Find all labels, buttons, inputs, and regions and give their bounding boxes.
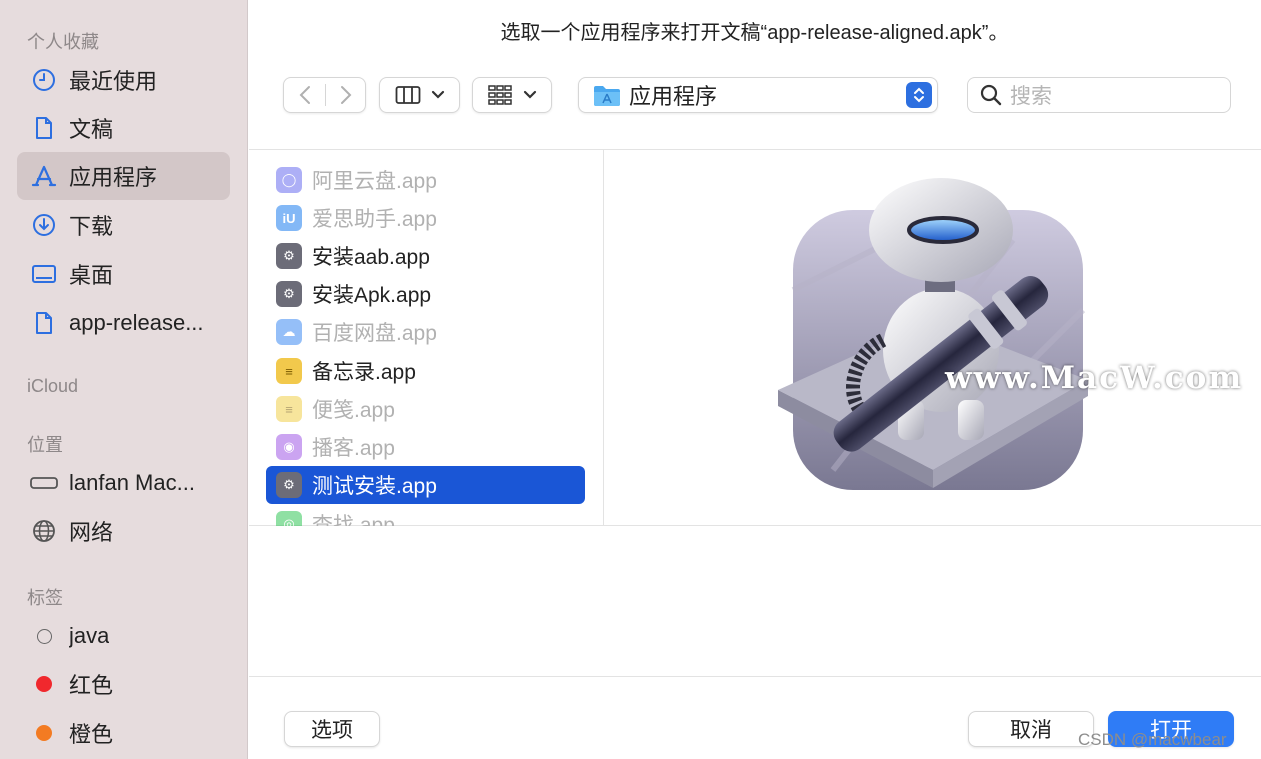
sidebar-item-label: 下载 bbox=[69, 214, 114, 239]
icloud-header: iCloud bbox=[27, 376, 79, 396]
back-button[interactable] bbox=[284, 78, 325, 112]
search-placeholder: 搜索 bbox=[1010, 85, 1052, 108]
list-item-label: 阿里云盘.app bbox=[312, 170, 437, 193]
list-item-label: 查找.app bbox=[312, 514, 395, 526]
list-item[interactable]: ⚙ 安装aab.app bbox=[266, 237, 585, 275]
applications-icon bbox=[30, 162, 58, 190]
chevron-down-icon bbox=[431, 90, 444, 99]
search-field[interactable]: 搜索 bbox=[967, 77, 1231, 113]
tag-red-icon bbox=[30, 670, 58, 698]
macw-watermark: www.MacW.com bbox=[945, 360, 1244, 396]
preview-pane: www.MacW.com bbox=[605, 150, 1261, 526]
dialog-title: 选取一个应用程序来打开文稿“app-release-aligned.apk”。 bbox=[500, 22, 1009, 44]
sidebar-item-label: java bbox=[69, 623, 110, 648]
sidebar-item-label: 最近使用 bbox=[69, 69, 158, 94]
list-item[interactable]: ≡ 备忘录.app bbox=[266, 352, 585, 390]
globe-icon bbox=[30, 517, 58, 545]
sidebar-item-label: 橙色 bbox=[69, 722, 114, 747]
sidebar-item-desktop[interactable]: 桌面 bbox=[17, 250, 230, 298]
list-item[interactable]: ⚙ 安装Apk.app bbox=[266, 275, 585, 313]
sidebar-item-applications[interactable]: 应用程序 bbox=[17, 152, 230, 200]
sidebar-tag-red[interactable]: 红色 bbox=[17, 660, 230, 708]
cancel-button[interactable]: 取消 bbox=[968, 711, 1094, 747]
sidebar-item-documents[interactable]: 文稿 bbox=[17, 104, 230, 152]
tag-orange-icon bbox=[30, 719, 58, 747]
list-item-label: 测试安装.app bbox=[312, 475, 437, 498]
sidebar-item-label: lanfan Mac... bbox=[69, 470, 195, 495]
list-item-selected[interactable]: ⚙ 测试安装.app bbox=[266, 466, 585, 504]
sidebar-item-label: 网络 bbox=[69, 520, 114, 545]
path-popup[interactable]: 应用程序 bbox=[578, 77, 938, 113]
document-icon bbox=[30, 309, 58, 337]
nav-buttons bbox=[283, 77, 366, 113]
sidebar-item-label: 文稿 bbox=[69, 117, 114, 142]
sidebar-item-recents[interactable]: 最近使用 bbox=[17, 56, 230, 104]
locations-header: 位置 bbox=[27, 435, 63, 455]
list-item[interactable]: ◯ 阿里云盘.app bbox=[266, 161, 585, 199]
footer-divider bbox=[249, 676, 1261, 677]
sidebar: 个人收藏 最近使用 文稿 应用程序 下载 桌面 app-release... i… bbox=[0, 0, 248, 759]
search-icon bbox=[980, 84, 1002, 106]
list-item[interactable]: ≡ 便笺.app bbox=[266, 390, 585, 428]
columns-view-icon bbox=[395, 86, 420, 104]
app-icon: ☁ bbox=[276, 319, 302, 345]
list-item-label: 便笺.app bbox=[312, 399, 395, 422]
list-item-label: 百度网盘.app bbox=[312, 322, 437, 345]
forward-button[interactable] bbox=[326, 78, 366, 112]
file-list: ◯ 阿里云盘.app iU 爱思助手.app ⚙ 安装aab.app ⚙ 安装A… bbox=[249, 150, 604, 526]
sidebar-tag-java[interactable]: java bbox=[17, 612, 230, 660]
notes-icon: ≡ bbox=[276, 358, 302, 384]
podcasts-icon: ◉ bbox=[276, 434, 302, 460]
desktop-icon bbox=[30, 260, 58, 288]
tags-header: 标签 bbox=[27, 588, 63, 608]
list-item-label: 播客.app bbox=[312, 437, 395, 460]
options-button[interactable]: 选项 bbox=[284, 711, 380, 747]
sidebar-tag-orange[interactable]: 橙色 bbox=[17, 709, 230, 757]
chevron-left-icon bbox=[299, 86, 310, 104]
download-icon bbox=[30, 211, 58, 239]
list-item-label: 安装Apk.app bbox=[312, 284, 432, 307]
list-item-label: 备忘录.app bbox=[312, 361, 416, 384]
list-item[interactable]: iU 爱思助手.app bbox=[266, 199, 585, 237]
sidebar-item-app-release[interactable]: app-release... bbox=[17, 299, 230, 347]
list-item-label: 安装aab.app bbox=[312, 246, 430, 269]
chevron-right-icon bbox=[341, 86, 352, 104]
tag-outline-icon bbox=[30, 622, 58, 650]
list-item-label: 爱思助手.app bbox=[312, 208, 437, 231]
csdn-watermark: CSDN @macwbear bbox=[1078, 730, 1227, 749]
automator-icon: ⚙ bbox=[276, 243, 302, 269]
document-icon bbox=[30, 114, 58, 142]
clock-icon bbox=[30, 66, 58, 94]
up-down-chevron-icon bbox=[906, 82, 932, 108]
app-icon: iU bbox=[276, 205, 302, 231]
stickies-icon: ≡ bbox=[276, 396, 302, 422]
sidebar-item-label: 红色 bbox=[69, 673, 114, 698]
sidebar-item-label: app-release... bbox=[69, 310, 204, 335]
list-item[interactable]: ☁ 百度网盘.app bbox=[266, 313, 585, 351]
group-button[interactable] bbox=[472, 77, 552, 113]
folder-icon bbox=[594, 86, 620, 106]
automator-icon: ⚙ bbox=[276, 472, 302, 498]
sidebar-item-mac-drive[interactable]: lanfan Mac... bbox=[17, 459, 230, 507]
sidebar-item-label: 桌面 bbox=[69, 263, 114, 288]
sidebar-item-network[interactable]: 网络 bbox=[17, 507, 230, 555]
sidebar-item-label: 应用程序 bbox=[69, 165, 158, 190]
drive-icon bbox=[30, 469, 58, 497]
path-label: 应用程序 bbox=[629, 84, 718, 109]
automator-icon: ⚙ bbox=[276, 281, 302, 307]
favorites-header: 个人收藏 bbox=[27, 32, 99, 52]
list-item[interactable]: ◎ 查找.app bbox=[266, 505, 585, 526]
sidebar-item-downloads[interactable]: 下载 bbox=[17, 201, 230, 249]
automator-robot-icon bbox=[778, 178, 1088, 490]
view-mode-button[interactable] bbox=[379, 77, 460, 113]
chevron-down-icon bbox=[523, 90, 537, 99]
list-item[interactable]: ◉ 播客.app bbox=[266, 428, 585, 466]
app-icon: ◯ bbox=[276, 167, 302, 193]
find-my-icon: ◎ bbox=[276, 511, 302, 526]
grid-icon bbox=[488, 85, 512, 105]
